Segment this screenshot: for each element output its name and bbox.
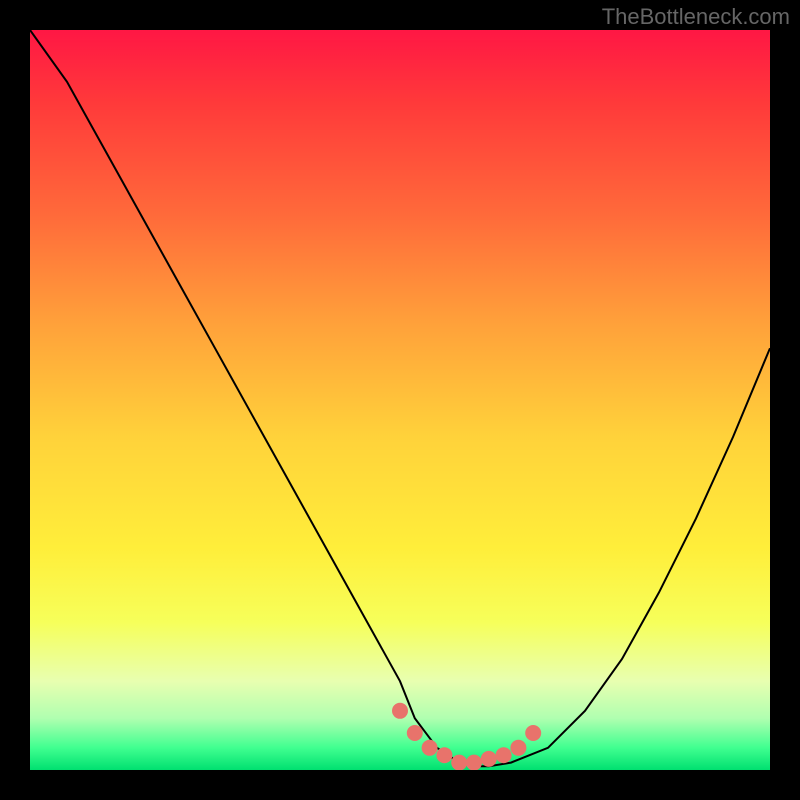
- watermark-text: TheBottleneck.com: [602, 4, 790, 30]
- curve-path: [30, 30, 770, 766]
- marker-dot: [436, 747, 452, 763]
- marker-dot: [407, 725, 423, 741]
- marker-dot: [481, 751, 497, 767]
- marker-dot: [392, 703, 408, 719]
- marker-dot: [525, 725, 541, 741]
- marker-dot: [510, 740, 526, 756]
- chart-container: [30, 30, 770, 770]
- marker-dot: [496, 747, 512, 763]
- bottleneck-curve: [30, 30, 770, 770]
- marker-dot: [422, 740, 438, 756]
- marker-dot: [451, 755, 467, 770]
- marker-dot: [466, 755, 482, 770]
